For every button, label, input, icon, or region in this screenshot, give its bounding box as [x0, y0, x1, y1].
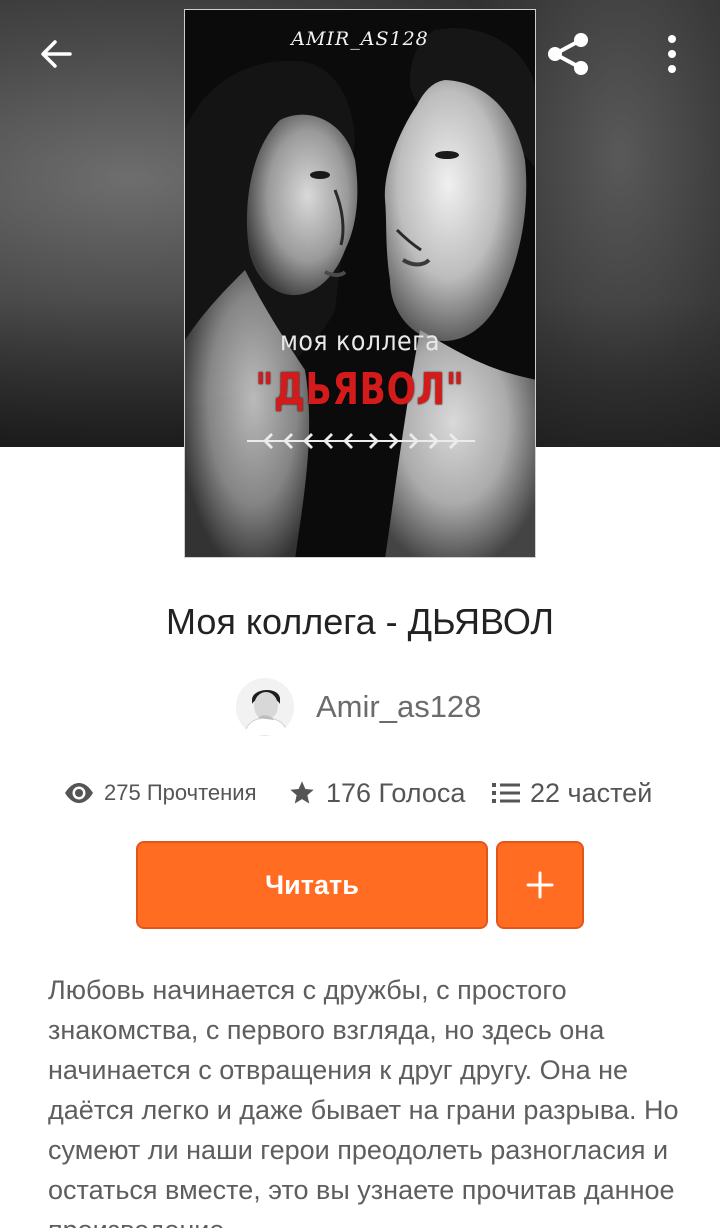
parts-count: 22 частей — [530, 777, 653, 808]
eye-icon — [64, 782, 94, 804]
cover-ornament-divider — [247, 433, 475, 449]
share-button[interactable] — [536, 22, 600, 86]
author-name[interactable]: Amir_as128 — [316, 689, 481, 725]
author-avatar[interactable] — [236, 678, 294, 736]
plus-icon — [526, 871, 554, 899]
stats-row: 275 Прочтения 176 Голоса 22 частей — [0, 772, 720, 814]
star-icon — [288, 779, 316, 807]
parts-stat: 22 частей — [492, 772, 652, 814]
more-vertical-icon — [668, 35, 676, 73]
author-link[interactable]: Amir_as128 — [236, 676, 481, 738]
more-options-button[interactable] — [640, 22, 704, 86]
book-description: Любовь начинается с дружбы, с простого з… — [48, 975, 679, 1228]
reads-count: 275 Прочтения — [104, 780, 257, 805]
cover-artwork — [185, 10, 535, 557]
back-button[interactable] — [24, 22, 88, 86]
votes-count: 176 Голоса — [326, 777, 466, 808]
votes-stat: 176 Голоса — [288, 772, 465, 814]
avatar-image — [236, 678, 294, 736]
add-to-library-button[interactable] — [496, 841, 584, 929]
reads-stat: 275 Прочтения — [64, 772, 257, 814]
cover-title-line1: моя коллега — [279, 326, 441, 357]
book-cover[interactable]: AMIR_AS128 моя коллега "ДЬЯВОЛ" — [184, 9, 536, 558]
cover-author-text: AMIR_AS128 — [291, 28, 429, 50]
share-icon — [548, 33, 588, 75]
cover-title-line2: "ДЬЯВОЛ" — [255, 364, 465, 415]
read-button[interactable]: Читать — [136, 841, 488, 929]
list-icon — [492, 781, 520, 805]
book-title: Моя коллега - ДЬЯВОЛ — [165, 601, 555, 642]
arrow-left-icon — [41, 40, 72, 68]
